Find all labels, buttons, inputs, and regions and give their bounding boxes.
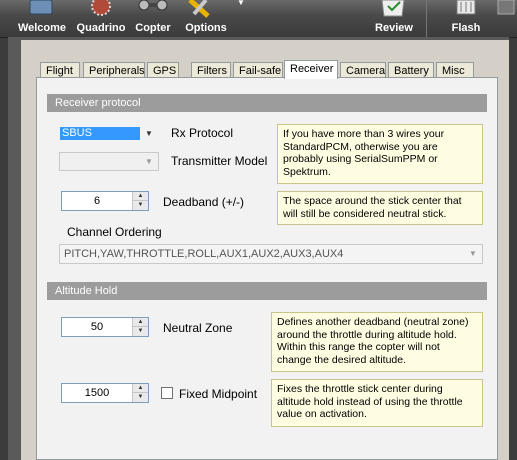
spin-down-icon[interactable]: ▼ [133,393,148,402]
tab-flight[interactable]: Flight [40,62,80,78]
welcome-icon [29,0,53,15]
neutral-zone-hint: Defines another deadband (neutral zone) … [271,312,483,372]
receiver-protocol-header: Receiver protocol [47,94,487,112]
deadband-value[interactable]: 6 [62,192,132,210]
main-toolbar: Welcome Quadrino Copter Options ▼ Review… [0,0,517,38]
transmitter-model-select[interactable]: ▼ [59,152,159,171]
spin-up-icon[interactable]: ▲ [133,384,148,393]
tab-battery-label: Battery [394,65,429,77]
options-dropdown-icon[interactable]: ▼ [237,0,245,7]
receiver-protocol-title: Receiver protocol [55,97,141,109]
welcome-button[interactable]: Welcome [14,22,70,34]
chevron-down-icon[interactable]: ▼ [142,126,156,141]
spin-up-icon[interactable]: ▲ [133,318,148,327]
window-edge-icon [497,0,515,15]
neutral-zone-stepper[interactable]: 50 ▲ ▼ [61,317,149,337]
tab-peripherals[interactable]: Peripherals [83,62,145,78]
fixed-midpoint-label[interactable]: Fixed Midpoint [179,387,257,401]
neutral-zone-spin-buttons: ▲ ▼ [132,318,148,336]
quadrino-board-icon [91,0,111,16]
deadband-hint-text: The space around the stick center that w… [283,195,462,220]
receiver-tab-panel: Receiver protocol SBUS ▼ Rx Protocol If … [36,77,498,460]
toolbar-separator [426,0,427,37]
review-icon [381,0,405,17]
tab-filters[interactable]: Filters [191,62,231,78]
rx-protocol-label: Rx Protocol [171,126,234,140]
welcome-label: Welcome [17,22,67,34]
rx-protocol-select[interactable]: SBUS ▼ [59,124,159,143]
spin-down-icon[interactable]: ▼ [133,327,148,336]
midpoint-hint: Fixes the throttle stick center during a… [271,379,483,427]
rx-protocol-value: SBUS [60,127,140,140]
tab-camera[interactable]: Camera [340,62,386,78]
copter-label: Copter [135,22,171,34]
rx-protocol-hint: If you have more than 3 wires your Stand… [277,124,483,184]
quadrino-button[interactable]: Quadrino [73,22,129,34]
tab-peripherals-label: Peripherals [89,65,145,77]
quadrino-label: Quadrino [76,22,126,34]
review-label: Review [375,22,413,34]
deadband-spin-buttons: ▲ ▼ [132,192,148,210]
tab-receiver[interactable]: Receiver [284,60,338,79]
channel-ordering-value: PITCH,YAW,THROTTLE,ROLL,AUX1,AUX2,AUX3,A… [64,248,344,260]
options-label: Options [185,22,227,34]
midpoint-value[interactable]: 1500 [62,384,132,402]
tab-camera-label: Camera [346,65,386,77]
channel-ordering-label: Channel Ordering [67,225,162,239]
rx-protocol-hint-text: If you have more than 3 wires your Stand… [283,128,445,178]
midpoint-stepper[interactable]: 1500 ▲ ▼ [61,383,149,403]
tab-misc-label: Misc [442,65,465,77]
tab-fail-safe[interactable]: Fail-safe [233,62,283,78]
flash-button[interactable]: Flash [438,22,494,34]
neutral-zone-label: Neutral Zone [163,321,233,335]
wrench-icon [188,0,210,18]
tab-gps[interactable]: GPS [147,62,179,78]
chevron-down-icon[interactable]: ▼ [142,154,156,169]
spin-up-icon[interactable]: ▲ [133,192,148,201]
copter-button[interactable]: Copter [130,22,176,34]
altitude-hold-title: Altitude Hold [55,285,118,297]
flash-chip-icon [456,0,476,15]
altitude-hold-header: Altitude Hold [47,282,487,300]
transmitter-model-value [62,155,66,168]
tab-battery[interactable]: Battery [388,62,434,78]
midpoint-spin-buttons: ▲ ▼ [132,384,148,402]
channel-ordering-select[interactable]: PITCH,YAW,THROTTLE,ROLL,AUX1,AUX2,AUX3,A… [59,244,483,264]
deadband-hint: The space around the stick center that w… [277,191,483,225]
tab-strip: Flight Peripherals GPS Filters Fail-safe… [40,60,480,79]
deadband-label: Deadband (+/-) [163,195,245,209]
fixed-midpoint-checkbox[interactable] [161,387,173,399]
midpoint-hint-text: Fixes the throttle stick center during a… [277,383,463,420]
tab-receiver-label: Receiver [290,63,334,75]
copter-icon [138,0,168,11]
transmitter-model-label: Transmitter Model [171,154,268,168]
tab-fail-safe-label: Fail-safe [239,65,282,77]
tab-filters-label: Filters [197,65,227,77]
neutral-zone-hint-text: Defines another deadband (neutral zone) … [277,316,469,366]
options-button[interactable]: Options [180,22,232,34]
tab-gps-label: GPS [153,65,177,77]
chevron-down-icon[interactable]: ▼ [466,246,480,261]
tab-flight-label: Flight [46,65,73,77]
tab-misc[interactable]: Misc [436,62,474,78]
review-button[interactable]: Review [368,22,420,34]
neutral-zone-value[interactable]: 50 [62,318,132,336]
spin-down-icon[interactable]: ▼ [133,201,148,210]
deadband-stepper[interactable]: 6 ▲ ▼ [61,191,149,211]
flash-label: Flash [451,22,481,34]
